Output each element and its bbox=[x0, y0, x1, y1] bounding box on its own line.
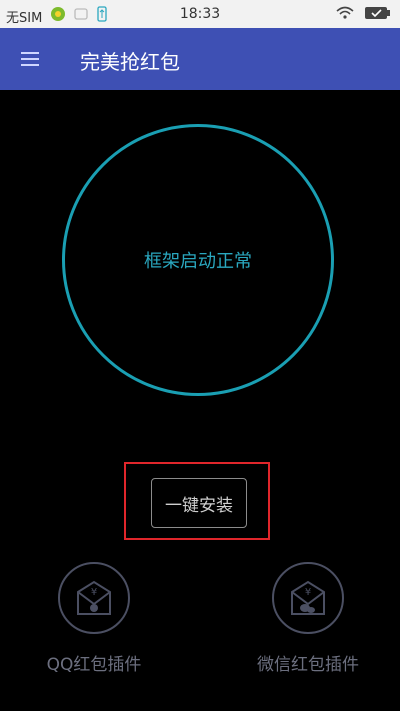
svg-text:¥: ¥ bbox=[305, 587, 311, 598]
wechat-plugin[interactable]: ¥ 微信红包插件 bbox=[238, 562, 378, 675]
wechat-envelope-icon: ¥ bbox=[272, 562, 344, 634]
qq-plugin-label: QQ红包插件 bbox=[46, 655, 142, 675]
wifi-icon bbox=[336, 6, 354, 24]
app-toolbar: 完美抢红包 bbox=[0, 28, 400, 90]
qq-plugin[interactable]: ¥ QQ红包插件 bbox=[24, 562, 164, 675]
status-bar: 无SIM 18:33 bbox=[0, 0, 400, 28]
battery-icon bbox=[364, 6, 392, 24]
one-click-install-button[interactable]: 一键安装 bbox=[151, 478, 247, 528]
svg-text:¥: ¥ bbox=[91, 587, 97, 598]
status-right bbox=[336, 6, 392, 24]
page-title: 完美抢红包 bbox=[80, 50, 180, 74]
qq-envelope-icon: ¥ bbox=[58, 562, 130, 634]
framework-status-text: 框架启动正常 bbox=[144, 251, 252, 272]
wechat-plugin-label: 微信红包插件 bbox=[257, 655, 359, 675]
hamburger-menu-icon[interactable] bbox=[18, 46, 44, 72]
